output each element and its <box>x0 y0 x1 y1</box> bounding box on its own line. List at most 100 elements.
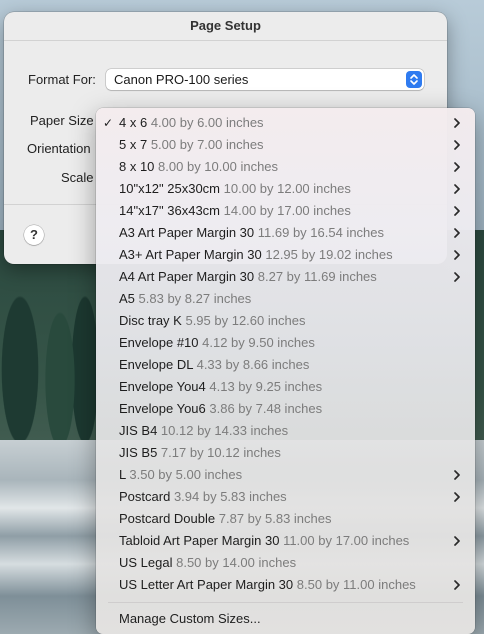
paper-size-dimensions: 10.12 by 14.33 inches <box>160 423 289 438</box>
paper-size-name: 10"x12" 25x30cm <box>119 181 221 196</box>
paper-size-item-text: L 3.50 by 5.00 inches <box>119 467 242 482</box>
paper-size-item-text: A3 Art Paper Margin 30 11.69 by 16.54 in… <box>119 225 384 240</box>
paper-size-dimensions: 4.12 by 9.50 inches <box>202 335 315 350</box>
paper-size-dimensions: 3.94 by 5.83 inches <box>173 489 287 504</box>
paper-size-item[interactable]: Envelope #10 4.12 by 9.50 inches <box>96 332 475 354</box>
paper-size-name: L <box>119 467 126 482</box>
paper-size-dimensions: 8.50 by 11.00 inches <box>296 577 416 592</box>
paper-size-item[interactable]: JIS B4 10.12 by 14.33 inches <box>96 420 475 442</box>
paper-size-item[interactable]: US Legal 8.50 by 14.00 inches <box>96 552 475 574</box>
paper-size-dimensions: 3.50 by 5.00 inches <box>129 467 243 482</box>
paper-size-item[interactable]: A5 5.83 by 8.27 inches <box>96 288 475 310</box>
paper-size-name: Tabloid Art Paper Margin 30 <box>119 533 280 548</box>
paper-size-item-text: US Letter Art Paper Margin 30 8.50 by 11… <box>119 577 416 592</box>
help-button[interactable]: ? <box>24 225 44 245</box>
paper-size-name: Envelope You4 <box>119 379 206 394</box>
paper-size-item[interactable]: JIS B5 7.17 by 10.12 inches <box>96 442 475 464</box>
paper-size-name: JIS B4 <box>119 423 158 438</box>
paper-size-item-text: Envelope You6 3.86 by 7.48 inches <box>119 401 322 416</box>
paper-size-name: Postcard <box>119 489 171 504</box>
paper-size-dimensions: 12.95 by 19.02 inches <box>265 247 393 262</box>
paper-size-item-text: A4 Art Paper Margin 30 8.27 by 11.69 inc… <box>119 269 377 284</box>
chevron-right-icon <box>454 184 460 194</box>
chevron-right-icon <box>454 162 460 172</box>
manage-custom-sizes-item[interactable]: Manage Custom Sizes... <box>119 611 261 626</box>
paper-size-item[interactable]: A3+ Art Paper Margin 30 12.95 by 19.02 i… <box>96 244 475 266</box>
chevron-right-icon <box>454 206 460 216</box>
scale-label: Scale <box>61 170 94 185</box>
paper-size-item[interactable]: L 3.50 by 5.00 inches <box>96 464 475 486</box>
paper-size-item[interactable]: 5 x 7 5.00 by 7.00 inches <box>96 134 475 156</box>
paper-size-name: A3 Art Paper Margin 30 <box>119 225 255 240</box>
paper-size-dimensions: 14.00 by 17.00 inches <box>223 203 351 218</box>
paper-size-item-text: Tabloid Art Paper Margin 30 11.00 by 17.… <box>119 533 409 548</box>
paper-size-name: 4 x 6 <box>119 115 148 130</box>
paper-size-item-text: Envelope DL 4.33 by 8.66 inches <box>119 357 309 372</box>
chevron-right-icon <box>454 250 460 260</box>
orientation-label: Orientation <box>27 141 91 156</box>
paper-size-dimensions: 5.83 by 8.27 inches <box>138 291 252 306</box>
chevron-right-icon <box>454 228 460 238</box>
paper-size-item[interactable]: Envelope You6 3.86 by 7.48 inches <box>96 398 475 420</box>
paper-size-name: 5 x 7 <box>119 137 148 152</box>
paper-size-name: A4 Art Paper Margin 30 <box>119 269 255 284</box>
paper-size-item-text: JIS B4 10.12 by 14.33 inches <box>119 423 288 438</box>
paper-size-item[interactable]: 8 x 10 8.00 by 10.00 inches <box>96 156 475 178</box>
paper-size-item[interactable]: A3 Art Paper Margin 30 11.69 by 16.54 in… <box>96 222 475 244</box>
paper-size-name: Envelope DL <box>119 357 193 372</box>
paper-size-dimensions: 3.86 by 7.48 inches <box>209 401 323 416</box>
chevron-right-icon <box>454 272 460 282</box>
chevron-right-icon <box>454 580 460 590</box>
paper-size-item[interactable]: Postcard 3.94 by 5.83 inches <box>96 486 475 508</box>
menu-divider <box>108 602 463 603</box>
paper-size-item-text: Envelope You4 4.13 by 9.25 inches <box>119 379 322 394</box>
paper-size-dimensions: 4.33 by 8.66 inches <box>196 357 310 372</box>
paper-size-name: Postcard Double <box>119 511 216 526</box>
paper-size-item-text: 8 x 10 8.00 by 10.00 inches <box>119 159 278 174</box>
chevron-right-icon <box>454 118 460 128</box>
paper-size-dimensions: 5.95 by 12.60 inches <box>185 313 306 328</box>
paper-size-menu: ✓ 4 x 6 4.00 by 6.00 inches 5 x 7 5.00 by … <box>96 108 475 634</box>
printer-name: Canon PRO-100 series <box>114 72 249 87</box>
format-for-label: Format For: <box>28 72 96 87</box>
popup-stepper-icon <box>406 71 422 88</box>
chevron-right-icon <box>454 492 460 502</box>
paper-size-item-text: Envelope #10 4.12 by 9.50 inches <box>119 335 315 350</box>
paper-size-dimensions: 4.00 by 6.00 inches <box>150 115 264 130</box>
paper-size-item[interactable]: Envelope DL 4.33 by 8.66 inches <box>96 354 475 376</box>
chevron-right-icon <box>454 536 460 546</box>
paper-size-item-text: 10"x12" 25x30cm 10.00 by 12.00 inches <box>119 181 351 196</box>
paper-size-item-text: A3+ Art Paper Margin 30 12.95 by 19.02 i… <box>119 247 393 262</box>
paper-size-item[interactable]: ✓ 4 x 6 4.00 by 6.00 inches <box>96 112 475 134</box>
paper-size-item-text: 4 x 6 4.00 by 6.00 inches <box>119 115 264 130</box>
paper-size-item[interactable]: Tabloid Art Paper Margin 30 11.00 by 17.… <box>96 530 475 552</box>
paper-size-name: JIS B5 <box>119 445 158 460</box>
paper-size-dimensions: 8.27 by 11.69 inches <box>257 269 377 284</box>
paper-size-item-text: JIS B5 7.17 by 10.12 inches <box>119 445 281 460</box>
paper-size-item-text: Postcard Double 7.87 by 5.83 inches <box>119 511 332 526</box>
paper-size-dimensions: 5.00 by 7.00 inches <box>150 137 264 152</box>
paper-size-item[interactable]: A4 Art Paper Margin 30 8.27 by 11.69 inc… <box>96 266 475 288</box>
paper-size-item-text: Postcard 3.94 by 5.83 inches <box>119 489 287 504</box>
paper-size-dimensions: 4.13 by 9.25 inches <box>209 379 323 394</box>
paper-size-dimensions: 7.87 by 5.83 inches <box>218 511 332 526</box>
paper-size-dimensions: 10.00 by 12.00 inches <box>223 181 351 196</box>
paper-size-item[interactable]: Disc tray K 5.95 by 12.60 inches <box>96 310 475 332</box>
sheet-title: Page Setup <box>190 18 261 33</box>
paper-size-item[interactable]: 14"x17" 36x43cm 14.00 by 17.00 inches <box>96 200 475 222</box>
paper-size-item[interactable]: Postcard Double 7.87 by 5.83 inches <box>96 508 475 530</box>
paper-size-name: A5 <box>119 291 135 306</box>
paper-size-item[interactable]: 10"x12" 25x30cm 10.00 by 12.00 inches <box>96 178 475 200</box>
format-for-popup[interactable]: Canon PRO-100 series <box>106 69 424 90</box>
paper-size-dimensions: 11.00 by 17.00 inches <box>283 533 410 548</box>
paper-size-name: US Letter Art Paper Margin 30 <box>119 577 294 592</box>
paper-size-name: Disc tray K <box>119 313 182 328</box>
paper-size-name: 14"x17" 36x43cm <box>119 203 221 218</box>
chevron-right-icon <box>454 140 460 150</box>
paper-size-item[interactable]: US Letter Art Paper Margin 30 8.50 by 11… <box>96 574 475 596</box>
paper-size-item-text: Disc tray K 5.95 by 12.60 inches <box>119 313 305 328</box>
paper-size-item[interactable]: Envelope You4 4.13 by 9.25 inches <box>96 376 475 398</box>
paper-size-name: A3+ Art Paper Margin 30 <box>119 247 262 262</box>
title-divider <box>4 40 447 41</box>
paper-size-name: US Legal <box>119 555 173 570</box>
